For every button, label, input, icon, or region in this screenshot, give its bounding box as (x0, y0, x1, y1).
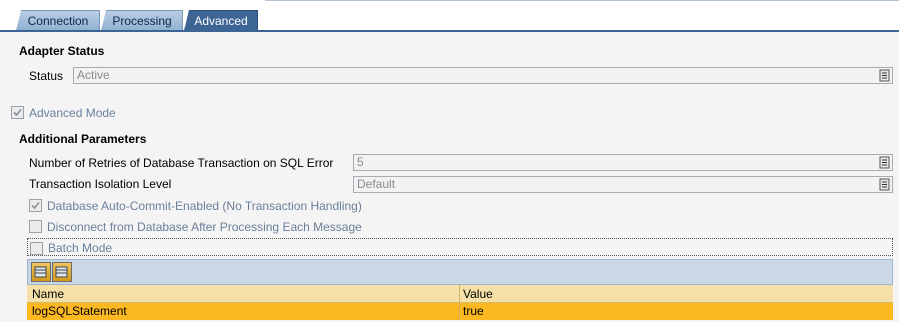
checkmark-icon (13, 108, 22, 117)
column-header-name[interactable]: Name (29, 286, 459, 302)
status-label: Status (29, 69, 64, 83)
tab-processing[interactable]: Processing (101, 10, 183, 31)
tab-advanced[interactable]: Advanced (184, 10, 258, 31)
dropdown-icon[interactable] (879, 178, 890, 191)
tab-connection[interactable]: Connection (16, 10, 100, 31)
dropdown-icon[interactable] (879, 69, 890, 82)
tab-bar: Connection Processing Advanced (0, 0, 899, 31)
isolation-level-value: Default (357, 177, 396, 191)
table-row[interactable]: logSQLStatement true (27, 303, 893, 320)
delete-row-button[interactable] (52, 262, 72, 282)
remove-row-icon (55, 266, 68, 278)
checkmark-icon (31, 201, 40, 210)
row-name-cell[interactable]: logSQLStatement (29, 303, 459, 319)
disconnect-label: Disconnect from Database After Processin… (47, 220, 362, 234)
auto-commit-checkbox[interactable] (29, 199, 42, 212)
auto-commit-label: Database Auto-Commit-Enabled (No Transac… (47, 199, 362, 213)
retries-label: Number of Retries of Database Transactio… (29, 156, 334, 170)
additional-parameters-heading: Additional Parameters (19, 132, 147, 146)
add-row-button[interactable] (31, 262, 51, 282)
column-header-value[interactable]: Value (460, 286, 890, 302)
batch-mode-checkbox[interactable] (30, 242, 43, 255)
table-header: Name Value (27, 285, 893, 303)
dropdown-icon[interactable] (879, 156, 890, 169)
batch-mode-row[interactable]: Batch Mode (27, 238, 893, 256)
retries-field[interactable]: 5 (353, 154, 893, 171)
adapter-status-heading: Adapter Status (19, 44, 105, 58)
table-toolbar (27, 259, 893, 285)
retries-value: 5 (357, 155, 364, 169)
row-value-cell[interactable]: true (460, 303, 890, 319)
isolation-level-dropdown[interactable]: Default (353, 176, 893, 193)
status-value: Active (77, 68, 110, 82)
advanced-mode-label: Advanced Mode (29, 106, 116, 120)
status-dropdown[interactable]: Active (73, 67, 893, 84)
disconnect-checkbox[interactable] (29, 220, 42, 233)
insert-row-icon (34, 266, 47, 278)
advanced-mode-checkbox[interactable] (11, 106, 24, 119)
isolation-level-label: Transaction Isolation Level (29, 177, 172, 191)
top-divider (265, 0, 899, 1)
batch-mode-label: Batch Mode (48, 241, 113, 255)
